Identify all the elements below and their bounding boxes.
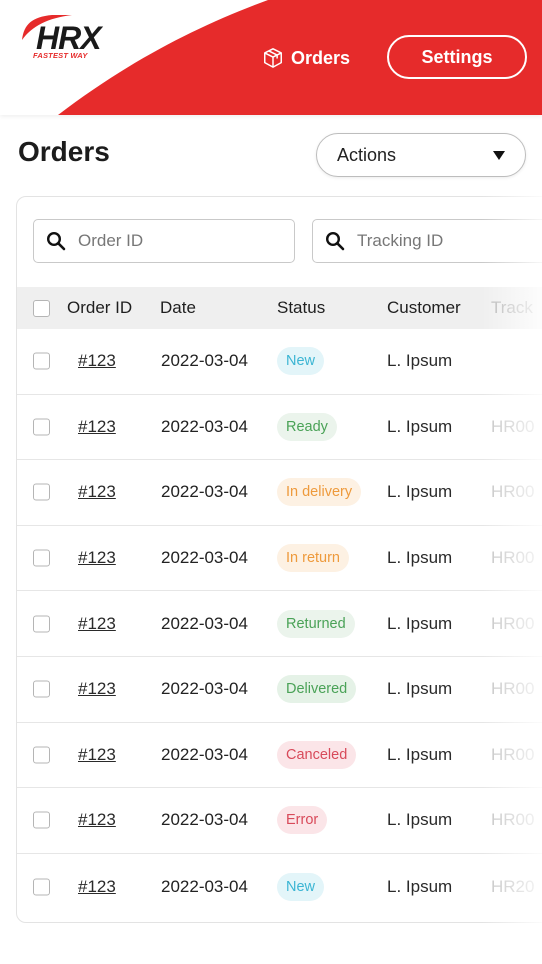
order-date: 2022-03-04 (161, 351, 248, 371)
table-row: #123 2022-03-04 Delivered L. Ipsum HR00 (17, 657, 542, 723)
order-id-link[interactable]: #123 (78, 417, 116, 437)
row-checkbox[interactable] (33, 746, 50, 764)
table-row: #123 2022-03-04 Returned L. Ipsum HR00 (17, 591, 542, 657)
customer-name: L. Ipsum (387, 876, 453, 896)
tracking-id: HR00 (491, 416, 535, 436)
row-checkbox[interactable] (33, 680, 50, 698)
table-row: #123 2022-03-04 New L. Ipsum (17, 329, 542, 395)
tracking-id: HR00 (491, 810, 535, 830)
table-row: #123 2022-03-04 Canceled L. Ipsum HR00 (17, 723, 542, 789)
hrx-logo[interactable]: HRX FASTEST WAY (18, 14, 118, 74)
column-header-tracking[interactable]: Track (491, 298, 533, 318)
status-badge: New (277, 347, 325, 376)
customer-name: L. Ipsum (387, 351, 453, 371)
order-date: 2022-03-04 (161, 810, 248, 830)
order-id-link[interactable]: #123 (78, 877, 116, 897)
nav-orders-label: Orders (291, 47, 351, 68)
tracking-id-search[interactable] (312, 219, 542, 263)
row-checkbox[interactable] (33, 811, 50, 829)
column-header-order-id[interactable]: Order ID (67, 298, 132, 318)
app-header: HRX FASTEST WAY Orders Settings (0, 0, 542, 115)
order-id-search[interactable] (33, 219, 295, 263)
row-checkbox[interactable] (33, 418, 50, 436)
tracking-id: HR00 (491, 679, 535, 699)
status-badge: New (277, 872, 325, 901)
tracking-id: HR00 (491, 548, 535, 568)
table-row: #123 2022-03-04 Error L. Ipsum HR00 (17, 788, 542, 854)
order-id-link[interactable]: #123 (78, 614, 116, 634)
order-date: 2022-03-04 (161, 548, 248, 568)
customer-name: L. Ipsum (387, 744, 453, 764)
table-header: Order ID Date Status Customer Track (17, 287, 542, 329)
order-date: 2022-03-04 (161, 482, 248, 502)
column-header-customer[interactable]: Customer (387, 298, 461, 318)
table-row: #123 2022-03-04 Ready L. Ipsum HR00 (17, 395, 542, 461)
logo-tagline: FASTEST WAY (33, 51, 88, 60)
order-id-link[interactable]: #123 (78, 548, 116, 568)
select-all-checkbox[interactable] (33, 299, 50, 317)
actions-label: Actions (337, 144, 397, 165)
row-checkbox[interactable] (33, 483, 50, 501)
customer-name: L. Ipsum (387, 416, 453, 436)
tracking-id: HR00 (491, 613, 535, 633)
customer-name: L. Ipsum (387, 548, 453, 568)
tracking-id: HR00 (491, 744, 535, 764)
order-id-input[interactable] (78, 231, 258, 251)
order-id-link[interactable]: #123 (78, 745, 116, 765)
column-header-status[interactable]: Status (277, 298, 325, 318)
orders-table-card: Order ID Date Status Customer Track #123… (16, 196, 542, 923)
table-row: #123 2022-03-04 In return L. Ipsum HR00 (17, 526, 542, 592)
table-row: #123 2022-03-04 New L. Ipsum HR20 (17, 854, 542, 920)
order-id-link[interactable]: #123 (78, 810, 116, 830)
column-header-date[interactable]: Date (160, 298, 196, 318)
status-badge: In delivery (277, 478, 362, 507)
table-row: #123 2022-03-04 In delivery L. Ipsum HR0… (17, 460, 542, 526)
order-date: 2022-03-04 (161, 416, 248, 436)
customer-name: L. Ipsum (387, 613, 453, 633)
tracking-id: HR20 (491, 876, 535, 896)
status-badge: Delivered (277, 675, 357, 704)
table-body: #123 2022-03-04 New L. Ipsum #123 2022-0… (17, 329, 542, 919)
customer-name: L. Ipsum (387, 810, 453, 830)
row-checkbox[interactable] (33, 549, 50, 567)
order-id-link[interactable]: #123 (78, 679, 116, 699)
caret-down-icon (493, 150, 505, 160)
tracking-id: HR00 (491, 482, 535, 502)
order-date: 2022-03-04 (161, 679, 248, 699)
row-checkbox[interactable] (33, 878, 50, 896)
status-badge: Ready (277, 412, 337, 441)
status-badge: Canceled (277, 740, 357, 769)
order-date: 2022-03-04 (161, 744, 248, 764)
row-checkbox[interactable] (33, 352, 50, 370)
status-badge: In return (277, 544, 349, 573)
search-icon (325, 231, 345, 251)
nav-settings-button[interactable]: Settings (387, 35, 527, 79)
nav-orders-link[interactable]: Orders (262, 44, 350, 72)
customer-name: L. Ipsum (387, 679, 453, 699)
order-date: 2022-03-04 (161, 876, 248, 896)
search-icon (46, 231, 66, 251)
tracking-id-input[interactable] (357, 231, 537, 251)
status-badge: Error (277, 806, 328, 835)
order-id-link[interactable]: #123 (78, 482, 116, 502)
page-title: Orders (18, 136, 110, 167)
order-date: 2022-03-04 (161, 613, 248, 633)
box-icon (264, 48, 282, 68)
row-checkbox[interactable] (33, 615, 50, 633)
actions-dropdown[interactable]: Actions (316, 133, 526, 177)
order-id-link[interactable]: #123 (78, 351, 116, 371)
status-badge: Returned (277, 609, 355, 638)
customer-name: L. Ipsum (387, 482, 453, 502)
